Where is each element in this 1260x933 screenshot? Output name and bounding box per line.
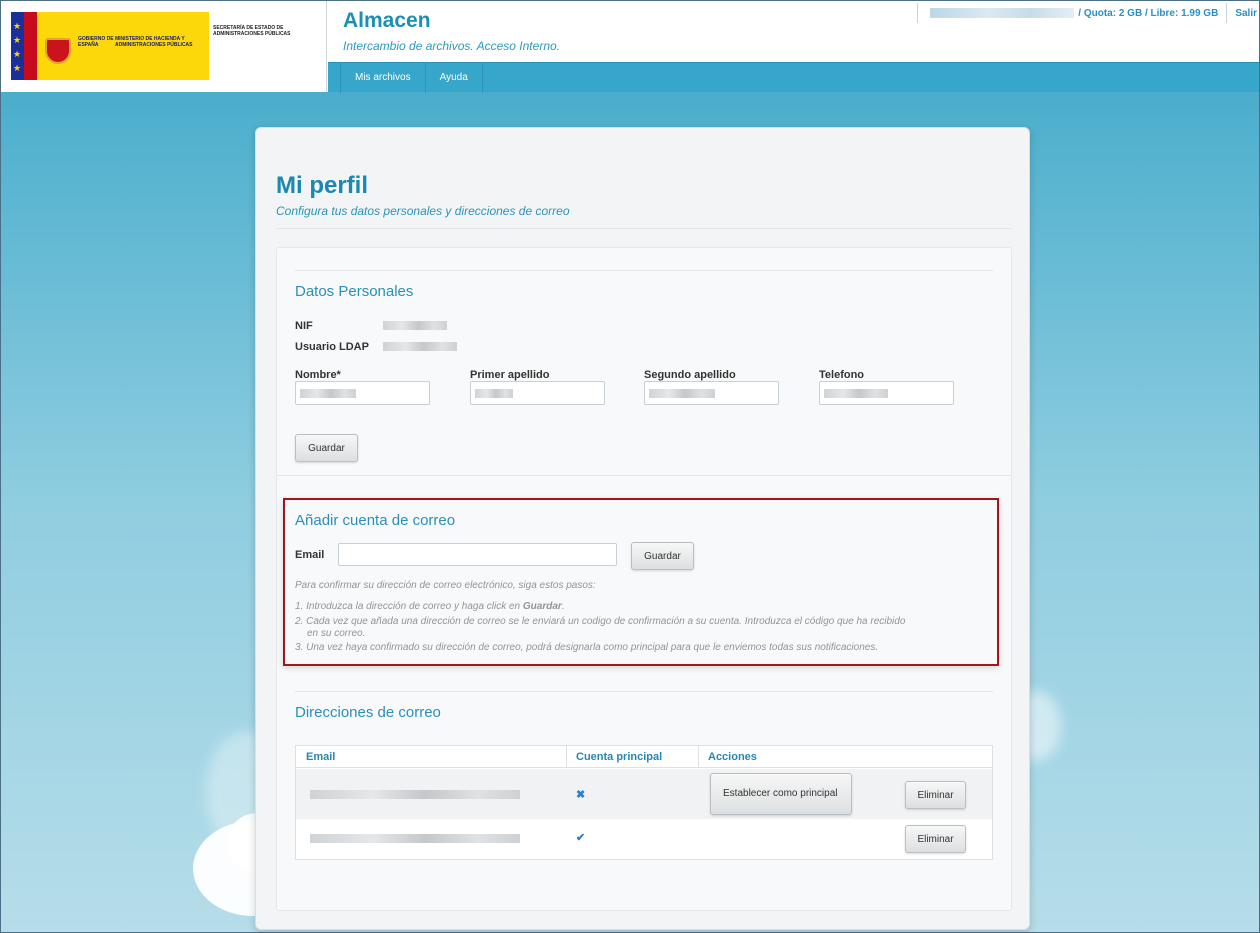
delete-email-button[interactable]: Eliminar xyxy=(905,781,966,809)
set-principal-button[interactable]: Establecer como principal xyxy=(710,773,852,815)
divider xyxy=(276,228,1012,229)
column-email: Email xyxy=(306,751,336,763)
principal-check-icon: ✔ xyxy=(576,832,586,844)
add-email-save-button[interactable]: Guardar xyxy=(631,542,694,570)
nav-mis-archivos[interactable]: Mis archivos xyxy=(340,62,426,93)
main-nav: Mis archivos Ayuda xyxy=(328,62,1259,93)
nombre-input[interactable] xyxy=(295,381,430,405)
segundo-apellido-label: Segundo apellido xyxy=(644,369,736,381)
primer-apellido-input[interactable] xyxy=(470,381,605,405)
save-personal-button[interactable]: Guardar xyxy=(295,434,358,462)
primer-apellido-label: Primer apellido xyxy=(470,369,550,381)
app-title: Almacen xyxy=(343,9,431,32)
email-address-redacted xyxy=(310,834,520,843)
logout-link[interactable]: Salir xyxy=(1235,8,1257,19)
app-title-area: Almacen Intercambio de archivos. Acceso … xyxy=(328,1,1259,62)
government-logo: ★ ★ ★ ★ GOBIERNO DE ESPAÑA MINISTERIO DE… xyxy=(1,1,327,92)
segundo-apellido-input[interactable] xyxy=(644,381,779,405)
email-input[interactable] xyxy=(338,543,617,566)
nif-value-redacted xyxy=(383,321,447,330)
quota-bar: / Quota: 2 GB / Libre: 1.99 GB Salir xyxy=(917,1,1259,25)
delete-email-button[interactable]: Eliminar xyxy=(905,825,966,853)
divider xyxy=(295,691,993,692)
quota-text: / Quota: 2 GB / Libre: 1.99 GB xyxy=(1078,7,1219,19)
primer-apellido-value-redacted xyxy=(475,389,513,398)
nombre-label: Nombre* xyxy=(295,369,341,381)
help-step-3: 3. Una vez haya confirmado su dirección … xyxy=(295,642,879,653)
table-row: ✔ Eliminar xyxy=(296,819,992,859)
logo-gobierno-text: GOBIERNO DE ESPAÑA xyxy=(78,36,114,48)
column-acciones: Acciones xyxy=(708,751,757,763)
table-header: Email Cuenta principal Acciones xyxy=(296,746,992,768)
table-row: ✖ Establecer como principal Eliminar xyxy=(296,769,992,819)
add-email-title: Añadir cuenta de correo xyxy=(295,512,456,529)
username-redacted xyxy=(930,8,1075,18)
logo-ministerio-text: MINISTERIO DE HACIENDA Y ADMINISTRACIONE… xyxy=(115,36,193,48)
help-step-1: 1. Introduzca la dirección de correo y h… xyxy=(295,601,565,612)
telefono-label: Telefono xyxy=(819,369,865,381)
divider xyxy=(295,270,993,271)
column-principal: Cuenta principal xyxy=(576,751,663,763)
app-header: ★ ★ ★ ★ GOBIERNO DE ESPAÑA MINISTERIO DE… xyxy=(1,1,1259,93)
help-step-2-cont: en su correo. xyxy=(307,628,366,639)
ministry-logo-banner: ★ ★ ★ ★ GOBIERNO DE ESPAÑA MINISTERIO DE… xyxy=(11,12,209,80)
help-step-2: 2. Cada vez que añada una dirección de c… xyxy=(295,616,906,627)
nombre-value-redacted xyxy=(300,389,356,398)
page-title: Mi perfil xyxy=(276,172,369,199)
nav-ayuda[interactable]: Ayuda xyxy=(426,62,483,93)
logo-secretaria-text: SECRETARÍA DE ESTADO DE ADMINISTRACIONES… xyxy=(213,25,291,37)
email-address-redacted xyxy=(310,790,520,799)
page-subtitle: Configura tus datos personales y direcci… xyxy=(276,204,570,218)
divider xyxy=(917,3,919,23)
profile-card: Mi perfil Configura tus datos personales… xyxy=(255,127,1030,930)
coat-of-arms-icon xyxy=(45,38,71,64)
ldap-label: Usuario LDAP xyxy=(295,341,369,353)
emails-table: Email Cuenta principal Acciones ✖ Establ… xyxy=(295,745,993,860)
not-principal-icon: ✖ xyxy=(576,789,586,801)
help-intro: Para confirmar su dirección de correo el… xyxy=(295,580,596,591)
divider xyxy=(277,475,1011,476)
segundo-apellido-value-redacted xyxy=(649,389,715,398)
telefono-value-redacted xyxy=(824,389,888,398)
nif-label: NIF xyxy=(295,320,313,332)
divider xyxy=(1226,3,1228,23)
emails-title: Direcciones de correo xyxy=(295,704,441,721)
email-label: Email xyxy=(295,549,325,561)
ldap-value-redacted xyxy=(383,342,457,351)
add-email-section: Añadir cuenta de correo Email Guardar Pa… xyxy=(283,498,999,666)
eu-flag-icon: ★ ★ ★ ★ xyxy=(11,12,37,80)
personal-data-title: Datos Personales xyxy=(295,283,414,300)
app-subtitle: Intercambio de archivos. Acceso Interno. xyxy=(343,39,560,53)
telefono-input[interactable] xyxy=(819,381,954,405)
profile-form-panel: Datos Personales NIF Usuario LDAP Nombre… xyxy=(276,247,1012,911)
